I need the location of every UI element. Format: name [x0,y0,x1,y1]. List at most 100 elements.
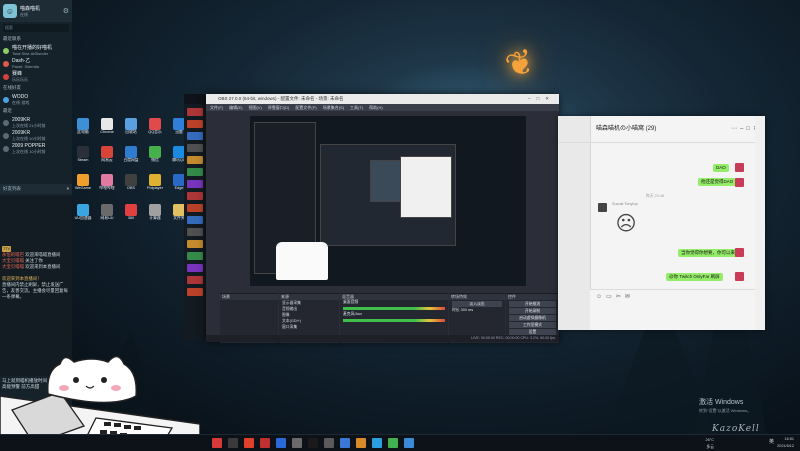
list-item[interactable] [187,132,203,140]
control-button[interactable]: 开始录制 [509,308,556,314]
list-item[interactable]: 喵在开播的好喵机 Total Stat: Ai/Bonder [0,44,72,57]
search-input[interactable]: 搜索 [3,24,69,32]
chat-input-toolbar[interactable]: ☺▭✂✉ [590,290,765,303]
avatar[interactable] [735,272,744,281]
list-item[interactable]: WODO 在线·游戏 [0,93,72,106]
list-item[interactable] [187,240,203,248]
gear-icon[interactable]: ⚙ [63,7,69,15]
desktop-icon[interactable]: 网易云 [96,146,118,163]
emoji-icon[interactable]: ☺ [596,294,606,300]
menu-item[interactable]: 工具(T) [350,105,363,110]
taskbar-app-icon[interactable] [228,438,238,448]
list-item[interactable] [187,204,203,212]
obs-window[interactable]: OBS 27.0.0 (64-bit, windows) - 配置文件: 未命名… [206,94,559,343]
desktop-icon[interactable]: 此电脑 [72,118,94,135]
list-item[interactable]: 赛峰 乐乐乐乐 [0,70,72,83]
duration-input[interactable]: 300 ms [461,308,473,312]
avatar[interactable] [598,203,607,212]
list-item[interactable] [187,120,203,128]
desktop-icon[interactable]: OBS [120,174,142,191]
menu-item[interactable]: 视图(V) [248,105,261,110]
list-item[interactable] [187,168,203,176]
taskbar-app-icon[interactable] [324,438,334,448]
list-item[interactable] [187,264,203,272]
list-item[interactable] [187,216,203,224]
list-item[interactable] [187,192,203,200]
menu-item[interactable]: 场景集合(S) [323,105,344,110]
list-item[interactable] [187,156,203,164]
desktop-icon[interactable]: 回收站 [120,118,142,135]
desktop-icon[interactable]: 哔哩哔哩 [96,174,118,191]
desktop-icon[interactable]: QQ音乐 [144,118,166,135]
background-app-window[interactable] [184,94,206,340]
taskbar-app-icon[interactable] [276,438,286,448]
list-item[interactable] [187,252,203,260]
list-item[interactable] [187,144,203,152]
list-item[interactable] [187,228,203,236]
taskbar-app-icon[interactable] [260,438,270,448]
desktop-icon[interactable]: WeGame [72,174,94,191]
taskbar-app-icon[interactable] [244,438,254,448]
ime-indicator[interactable]: 英 [769,439,774,446]
list-item[interactable] [187,276,203,284]
menu-icon[interactable]: ⋯ [731,126,740,132]
taskbar-app-icon[interactable] [308,438,318,448]
friends-filter[interactable]: 好友列表 ▾ [0,184,72,194]
taskbar-app-icon[interactable] [356,438,366,448]
desktop-icon[interactable]: 计算器 [144,204,166,221]
list-item[interactable] [187,288,203,296]
close-icon[interactable]: ✕ [545,96,555,101]
desktop-icon[interactable]: 微信 [144,146,166,163]
source-item[interactable]: 窗口采集 [279,324,339,330]
menu-item[interactable]: 停靠窗口(D) [268,105,290,110]
control-button[interactable]: 工作室模式 [509,322,556,328]
menu-item[interactable]: 帮助(H) [369,105,383,110]
avatar[interactable] [735,248,744,257]
avatar[interactable]: ☺ [3,4,17,18]
control-button[interactable]: 开始推流 [509,301,556,307]
system-clock[interactable]: 16:51 2021/6/12 [777,436,794,450]
menu-item[interactable]: 文件(F) [210,105,223,110]
obs-preview[interactable] [250,116,526,286]
taskbar-app-icon[interactable] [340,438,350,448]
maximize-icon[interactable]: □ [746,126,753,132]
list-item[interactable]: 2009KR 上次在线 21小时前 [0,116,72,129]
desktop-icon[interactable]: Potplayer [144,174,166,191]
list-item[interactable] [187,180,203,188]
menu-item[interactable]: 编辑(E) [229,105,242,110]
list-item[interactable]: 2009 POPPER 上次在线 10小时前 [0,142,72,155]
desktop-icon[interactable]: 360 [120,204,142,221]
desktop-icon[interactable]: 网易UU [96,204,118,221]
taskbar-app-icon[interactable] [372,438,382,448]
scissors-icon[interactable]: ✂ [616,294,625,300]
obs-title-bar[interactable]: OBS 27.0.0 (64-bit, windows) - 配置文件: 未命名… [206,94,559,104]
weather-widget[interactable]: 26°C 多云 [706,437,714,451]
desktop-icon[interactable]: UU加速器 [72,204,94,221]
chat-window[interactable]: 喵森喵机の小喵窝 (29) ⋯–□✕ DAO 他还是觉得DAO 昨天 22:46… [558,116,765,330]
avatar[interactable] [735,178,744,187]
avatar[interactable] [735,163,744,172]
minimize-icon[interactable]: – [528,96,537,101]
chat-bubble-icon[interactable]: ✉ [625,294,634,300]
desktop-icon[interactable]: 百度网盘 [120,146,142,163]
app-icon [101,174,113,186]
window-controls[interactable]: –□✕ [528,94,555,104]
taskbar-app-icon[interactable] [388,438,398,448]
list-item[interactable]: Dash·乙 Panel: Sidentia [0,57,72,70]
status-dot-icon [3,119,9,126]
desktop-icon[interactable]: Chrome [96,118,118,135]
list-item[interactable] [187,108,203,116]
mixer-channel-label: 桌面音频 [343,300,359,304]
folder-icon[interactable]: ▭ [606,294,616,300]
menu-item[interactable]: 配置文件(P) [295,105,316,110]
desktop-icon[interactable]: Steam [72,146,94,163]
chat-input[interactable]: ☺▭✂✉ [590,289,765,330]
desktop-icon-label: WeGame [75,186,91,190]
taskbar-app-icon[interactable] [212,438,222,448]
maximize-icon[interactable]: □ [537,96,546,101]
transition-select[interactable]: 淡入淡出 [452,301,502,307]
taskbar-app-icon[interactable] [292,438,302,448]
taskbar-app-icon[interactable] [404,438,414,448]
list-item[interactable]: 2009KR 上次在线 10小时前 [0,129,72,142]
control-button[interactable]: 启动虚拟摄像机 [509,315,556,321]
